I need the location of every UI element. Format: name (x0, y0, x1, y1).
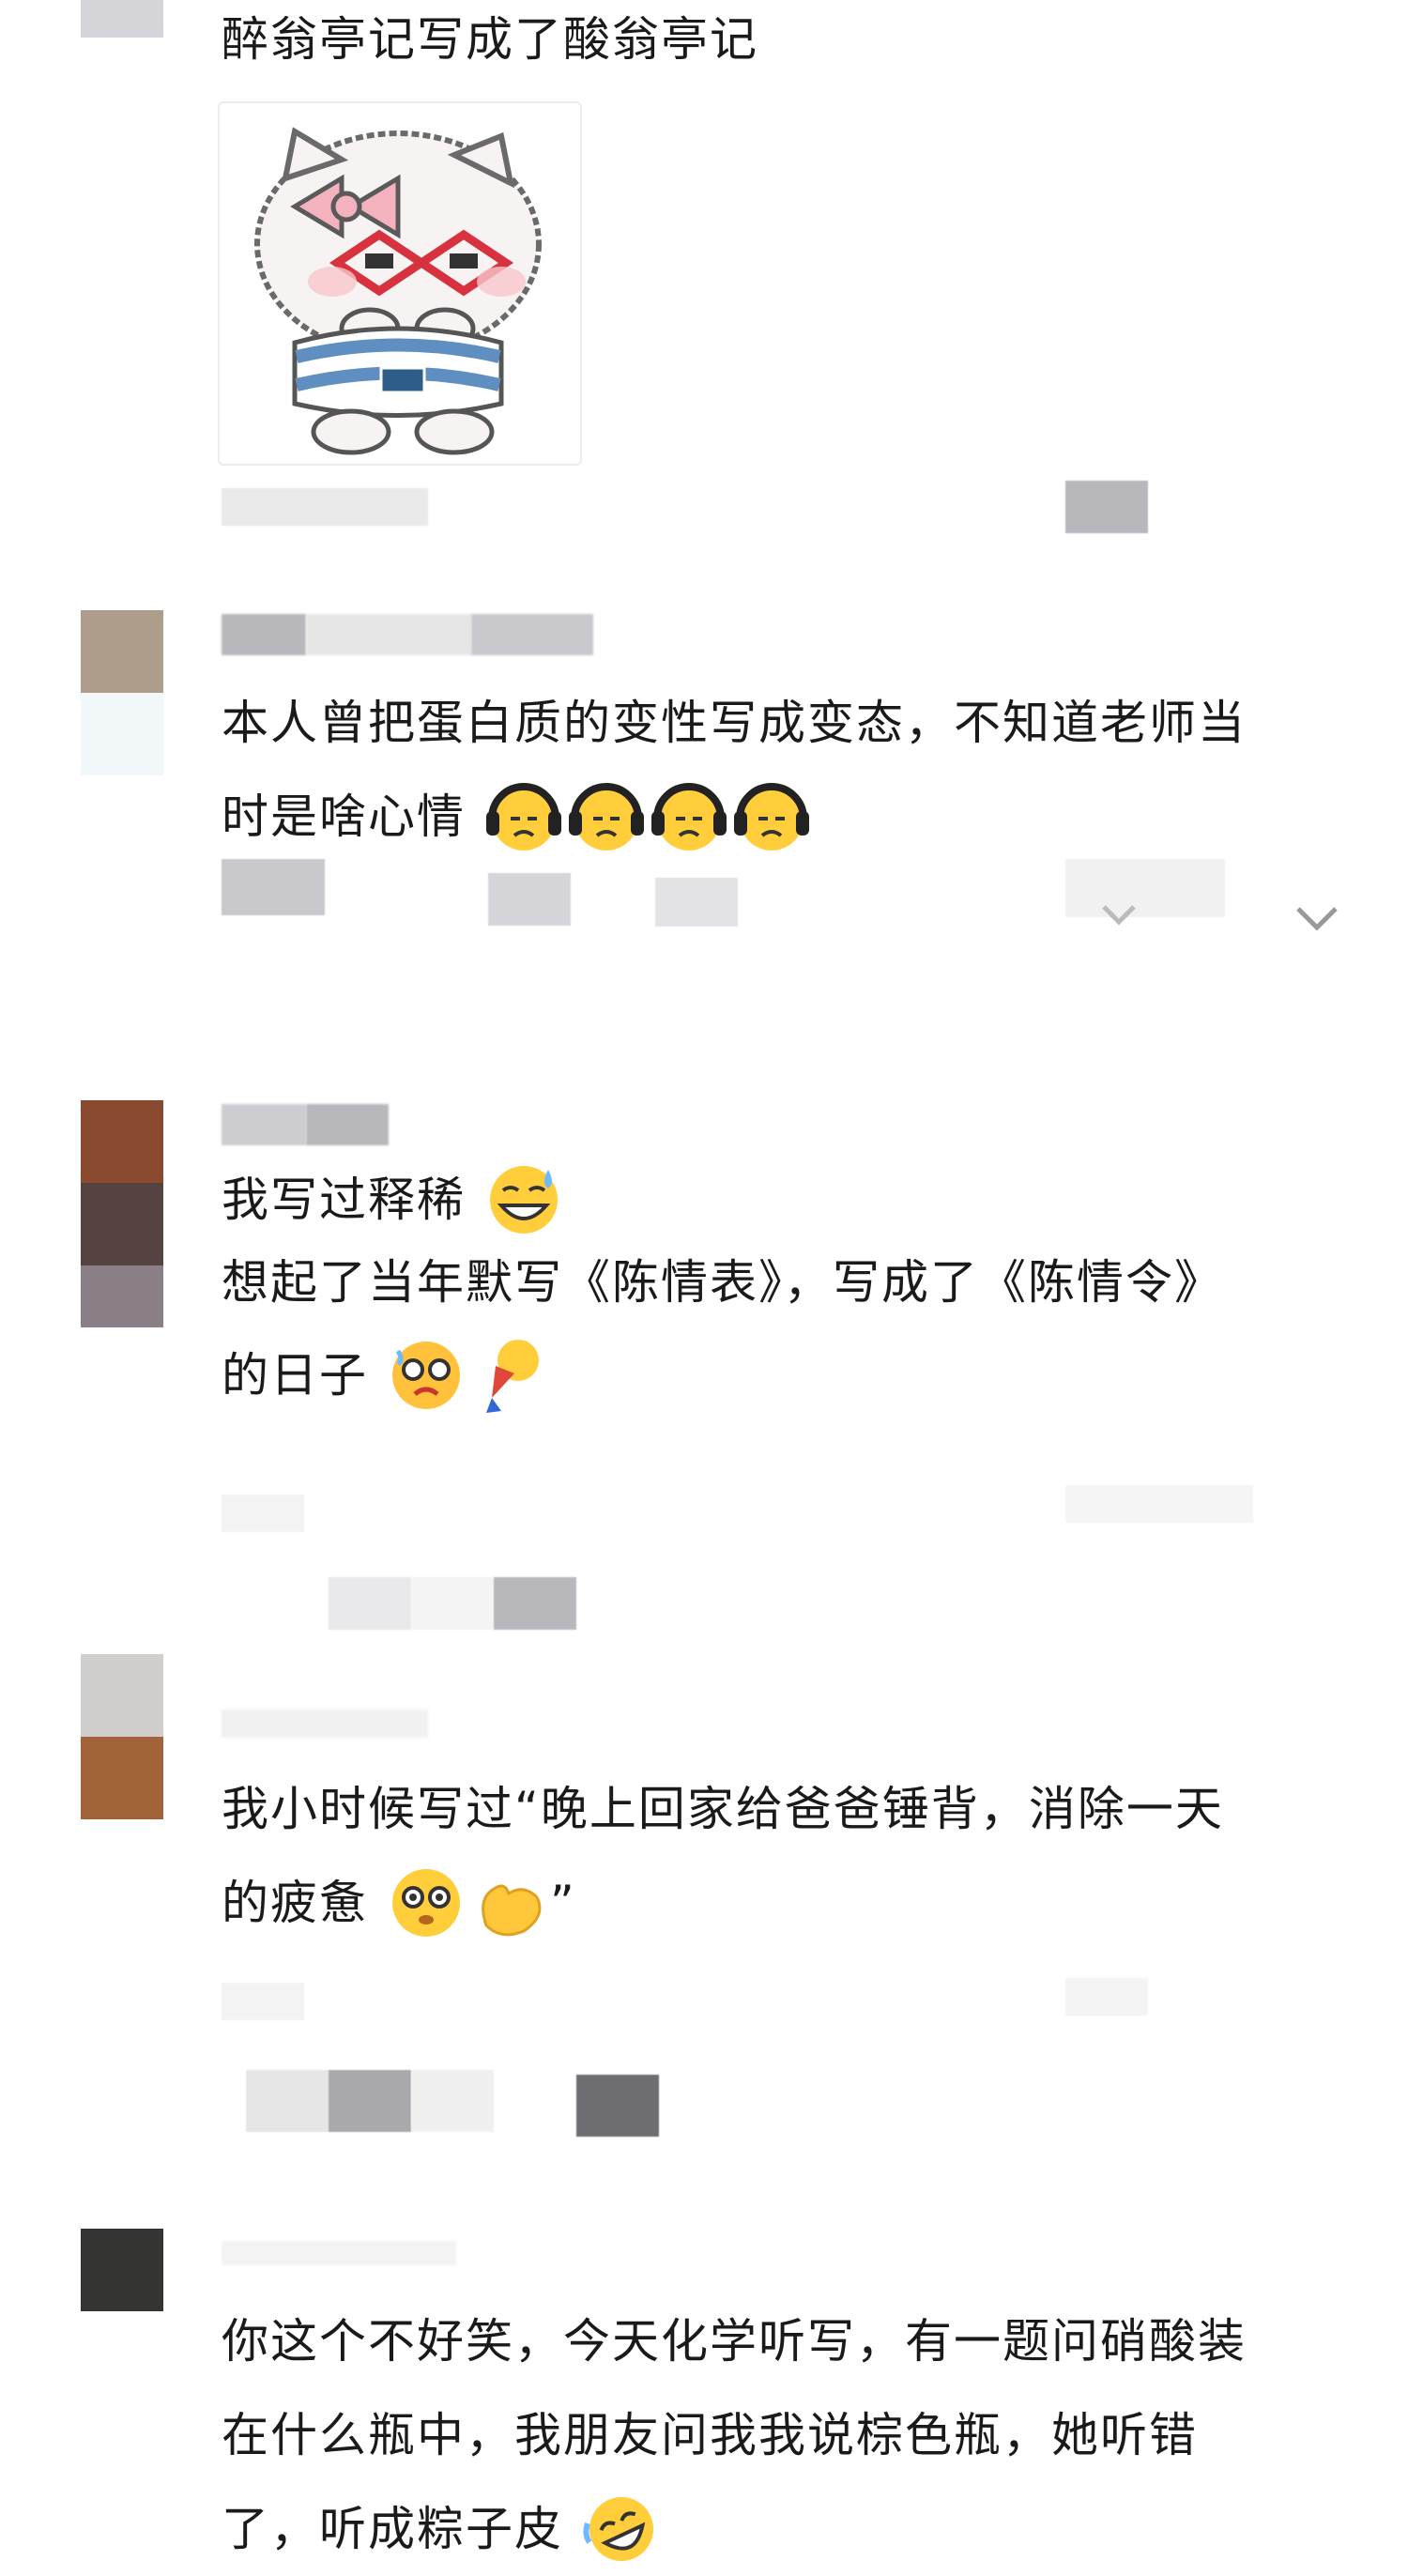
timestamp-blurred (222, 1495, 304, 1532)
avatar[interactable] (81, 1100, 163, 1327)
comment-line: 想起了当年默写《陈情表》，写成了《陈情令》 (222, 1255, 1223, 1310)
view-replies-button[interactable] (576, 2075, 659, 2137)
avatar[interactable] (81, 2229, 163, 2311)
like-button[interactable] (1065, 1978, 1148, 2016)
comment-text: 醉翁亭记写成了酸翁亭记 (222, 0, 1348, 86)
comment-line: 我写过释稀 (222, 1158, 1348, 1241)
comment-line-text: 的疲惫 (222, 1876, 368, 1930)
closing-quote: ” (549, 1876, 576, 1930)
timestamp-blurred (222, 859, 325, 915)
comment-item: 我写过释稀 想起了当年默写《陈情表》，写成了《陈情令》 的日子 (0, 1100, 1408, 1630)
reply-count-blurred (411, 1577, 494, 1630)
comment-line: 本人曾把蛋白质的变性写成变态，不知道老师当 (222, 696, 1247, 750)
grin-sweat-emoji (489, 1165, 558, 1234)
avatar[interactable] (81, 610, 163, 693)
rofl-emoji (583, 2496, 653, 2561)
comment-line: 我小时候写过“晚上回家给爸爸锤背，消除一天 (222, 1782, 1224, 1836)
comment-line: 的疲惫 ” (222, 1856, 1348, 1950)
dizzy-sweat-emoji (391, 1341, 460, 1409)
comment-item: 醉翁亭记写成了酸翁亭记 (0, 0, 1408, 563)
reply-count-blurred (329, 2070, 411, 2132)
username-blurred[interactable] (222, 614, 593, 655)
username-blurred[interactable] (222, 2232, 456, 2274)
comment-item: 我小时候写过“晚上回家给爸爸锤背，消除一天 的疲惫 ” (0, 1654, 1408, 2199)
headphones-sad-emoji (568, 782, 644, 851)
chevron-down-icon[interactable] (1100, 901, 1138, 931)
headphones-sad-emoji (485, 782, 561, 851)
reply-count-blurred (411, 2070, 494, 2132)
comment-item: 你这个不好笑，今天化学听写，有一题问硝酸装 在什么瓶中，我朋友问我我说棕色瓶，她… (0, 2229, 1408, 2561)
comment-line: 的日子 (222, 1324, 1348, 1427)
facepalm-emoji (485, 1339, 539, 1413)
timestamp-blurred (222, 488, 428, 526)
comment-line: 你这个不好笑，今天化学听写，有一题问硝酸装 (222, 2314, 1247, 2369)
comment-text: 我写过释稀 想起了当年默写《陈情表》，写成了《陈情令》 的日子 (222, 1158, 1348, 1427)
comment-line-text: 时是啥心情 (222, 790, 466, 844)
location-blurred (655, 878, 738, 927)
flexed-biceps-emoji (482, 1884, 542, 1936)
comment-line-text: 了，听成粽子皮 (222, 2502, 563, 2556)
comment-text: 你这个不好笑，今天化学听写，有一题问硝酸装 在什么瓶中，我朋友问我我说棕色瓶，她… (222, 2294, 1348, 2576)
comment-text: 我小时候写过“晚上回家给爸爸锤背，消除一天 的疲惫 ” (222, 1762, 1348, 1950)
reply-button[interactable] (246, 2070, 329, 2132)
timestamp-blurred (222, 1983, 304, 2020)
username-blurred[interactable] (222, 1104, 389, 1145)
comment-line: 时是啥心情 (222, 770, 1348, 864)
comment-text: 本人曾把蛋白质的变性写成变态，不知道老师当 时是啥心情 (222, 676, 1348, 864)
avatar-shadow (81, 693, 163, 775)
avatar[interactable] (81, 1654, 163, 1819)
reply-button[interactable] (329, 1577, 411, 1630)
avatar[interactable] (81, 0, 163, 38)
hello-kitty-with-red-glasses-sticker[interactable] (218, 101, 582, 466)
reply-button[interactable] (1065, 481, 1148, 533)
comment-item: 本人曾把蛋白质的变性写成变态，不知道老师当 时是啥心情 (0, 610, 1408, 1042)
flushed-emoji (391, 1868, 460, 1937)
comment-line: 了，听成粽子皮 (222, 2482, 1348, 2576)
username-blurred[interactable] (222, 1703, 428, 1744)
reply-button[interactable] (488, 873, 571, 926)
thumbs-down-icon[interactable] (1293, 901, 1340, 939)
view-replies-button[interactable] (494, 1577, 576, 1630)
headphones-sad-emoji (650, 782, 727, 851)
comment-line-text: 我写过释稀 (222, 1173, 466, 1227)
like-button[interactable] (1065, 859, 1225, 917)
like-button[interactable] (1065, 1485, 1253, 1523)
comment-line: 在什么瓶中，我朋友问我我说棕色瓶，她听错 (222, 2408, 1198, 2462)
comment-line: 醉翁亭记写成了酸翁亭记 (222, 12, 758, 67)
headphones-sad-emoji (733, 782, 809, 851)
comment-line-text: 的日子 (222, 1348, 368, 1403)
